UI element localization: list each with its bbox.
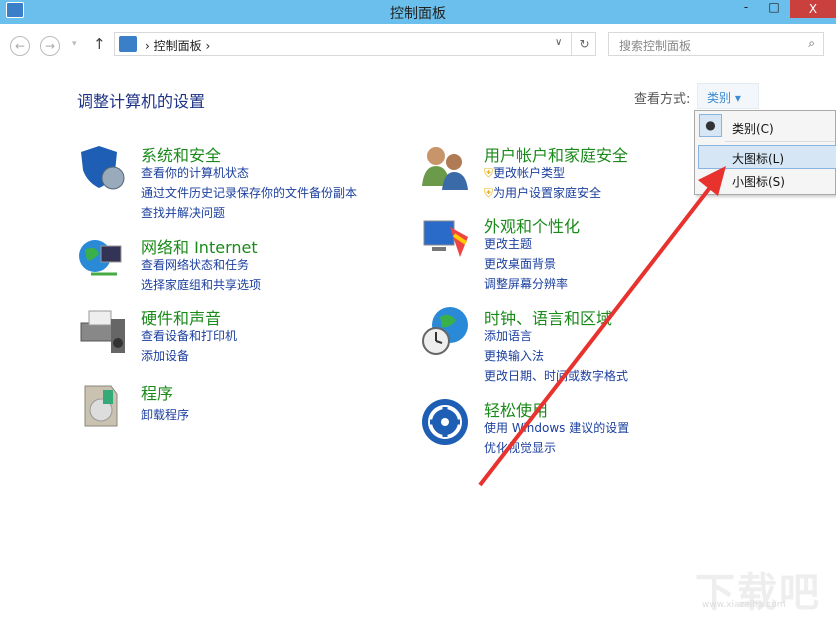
- red-annotation-arrow: [0, 0, 836, 617]
- watermark-url: www.xiazaiba.com: [702, 600, 786, 610]
